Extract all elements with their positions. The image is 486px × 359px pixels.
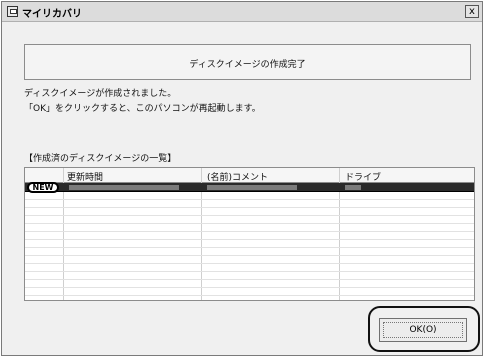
table-row	[25, 200, 474, 208]
table-row	[25, 240, 474, 248]
close-button[interactable]: x	[465, 5, 479, 18]
table-row	[25, 248, 474, 256]
column-header-comment[interactable]: (名前)コメント	[207, 170, 268, 183]
app-icon	[7, 6, 18, 17]
table-row	[25, 256, 474, 264]
window-title: マイリカバリ	[22, 9, 82, 20]
table-row	[25, 232, 474, 240]
table-row	[25, 208, 474, 216]
recovery-window: マイリカバリ x ディスクイメージの作成完了 ディスクイメージが作成されました。…	[1, 1, 483, 356]
table-row	[25, 216, 474, 224]
header-panel: ディスクイメージの作成完了	[24, 44, 471, 80]
column-header-updated[interactable]: 更新時間	[67, 170, 103, 183]
list-header: 更新時間 (名前)コメント ドライブ	[25, 168, 474, 183]
list-title: 【作成済のディスクイメージの一覧】	[24, 154, 177, 164]
message-created: ディスクイメージが作成されました。	[24, 89, 177, 99]
disk-image-list[interactable]: 更新時間 (名前)コメント ドライブ NEW	[24, 167, 475, 301]
header-title: ディスクイメージの作成完了	[189, 60, 306, 70]
title-bar: マイリカバリ x	[2, 2, 482, 22]
comment-value-redacted	[207, 185, 297, 190]
updated-time-value-redacted	[69, 185, 179, 190]
ok-button[interactable]: OK(O)	[379, 318, 467, 342]
table-row	[25, 264, 474, 272]
table-row	[25, 224, 474, 232]
drive-value-redacted	[345, 185, 361, 190]
table-row	[25, 192, 474, 200]
table-row	[25, 280, 474, 288]
message-reboot: 「OK」をクリックすると、このパソコンが再起動します。	[24, 104, 261, 114]
table-row	[25, 272, 474, 280]
column-header-drive[interactable]: ドライブ	[345, 170, 381, 183]
table-row	[25, 288, 474, 296]
